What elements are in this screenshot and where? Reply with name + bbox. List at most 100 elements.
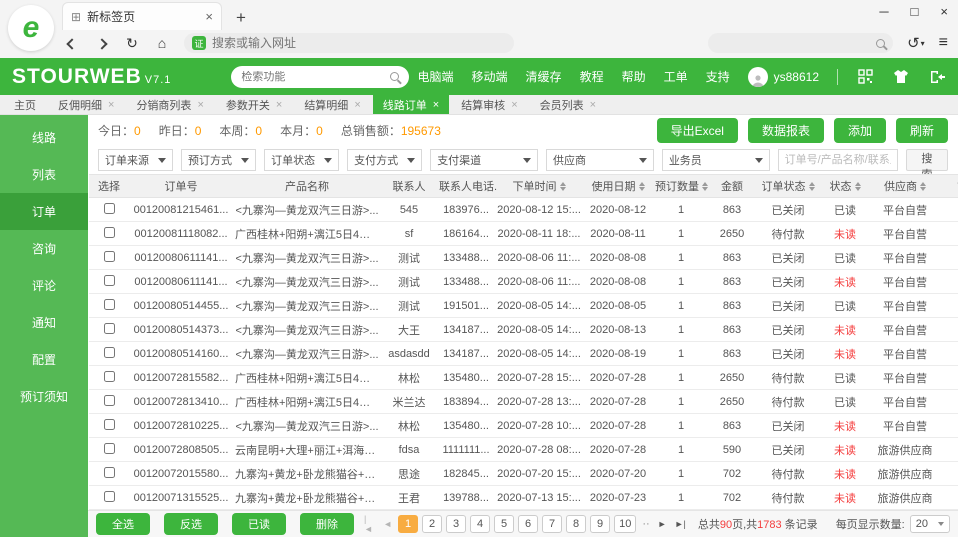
tab-close-icon[interactable]: × bbox=[205, 9, 213, 24]
sort-icon[interactable] bbox=[639, 182, 645, 191]
shirt-icon[interactable] bbox=[892, 68, 910, 86]
browser-search-box[interactable] bbox=[708, 33, 893, 53]
tab-主页[interactable]: 主页 bbox=[4, 95, 46, 114]
back-button[interactable] bbox=[64, 35, 80, 51]
sidebar-item-列表[interactable]: 列表 bbox=[0, 156, 88, 193]
tab-分销商列表[interactable]: 分销商列表× bbox=[126, 95, 213, 114]
first-page-button[interactable]: |◄ bbox=[362, 514, 377, 534]
page-button-6[interactable]: 6 bbox=[518, 515, 538, 533]
header-menu-item[interactable]: 移动端 bbox=[472, 68, 508, 85]
col-header-下单时间[interactable]: 下单时间 bbox=[495, 175, 583, 198]
sidebar-item-订单[interactable]: 订单 bbox=[0, 193, 88, 230]
sidebar-item-预订须知[interactable]: 预订须知 bbox=[0, 378, 88, 415]
col-header-订单状态[interactable]: 订单状态 bbox=[755, 175, 821, 198]
col-header-使用日期[interactable]: 使用日期 bbox=[583, 175, 653, 198]
logout-icon[interactable] bbox=[928, 68, 946, 86]
sidebar-item-咨询[interactable]: 咨询 bbox=[0, 230, 88, 267]
minimize-button[interactable]: ─ bbox=[879, 4, 888, 19]
sidebar-item-评论[interactable]: 评论 bbox=[0, 267, 88, 304]
row-checkbox[interactable] bbox=[104, 275, 115, 286]
row-checkbox[interactable] bbox=[104, 395, 115, 406]
tab-线路订单[interactable]: 线路订单× bbox=[373, 95, 449, 114]
restore-tabs-button[interactable]: ↺▾ bbox=[907, 34, 925, 52]
tab-反佣明细[interactable]: 反佣明细× bbox=[48, 95, 124, 114]
new-tab-button[interactable]: + bbox=[236, 8, 246, 30]
bulk-button-反选[interactable]: 反选 bbox=[164, 513, 218, 535]
row-checkbox[interactable] bbox=[104, 443, 115, 454]
row-checkbox[interactable] bbox=[104, 491, 115, 502]
tab-close-icon[interactable]: × bbox=[433, 99, 439, 111]
row-checkbox[interactable] bbox=[104, 251, 115, 262]
sort-icon[interactable] bbox=[702, 182, 708, 191]
prev-page-button[interactable]: ◄ bbox=[381, 519, 394, 529]
header-menu-item[interactable]: 清缓存 bbox=[526, 68, 562, 85]
order-search-input[interactable] bbox=[778, 149, 898, 171]
row-checkbox[interactable] bbox=[104, 227, 115, 238]
function-search-input[interactable] bbox=[241, 71, 384, 83]
page-button-1[interactable]: 1 bbox=[398, 515, 418, 533]
bulk-button-全选[interactable]: 全选 bbox=[96, 513, 150, 535]
tab-close-icon[interactable]: × bbox=[354, 99, 360, 111]
tab-close-icon[interactable]: × bbox=[276, 99, 282, 111]
row-checkbox[interactable] bbox=[104, 323, 115, 334]
row-checkbox[interactable] bbox=[104, 371, 115, 382]
page-button-4[interactable]: 4 bbox=[470, 515, 490, 533]
col-header-状态[interactable]: 状态 bbox=[821, 175, 869, 198]
filter-select-支付方式[interactable]: 支付方式 bbox=[347, 149, 422, 171]
refresh-button[interactable]: ↻ bbox=[124, 35, 140, 52]
filter-select-业务员[interactable]: 业务员 bbox=[662, 149, 770, 171]
page-button-3[interactable]: 3 bbox=[446, 515, 466, 533]
col-header-预订数量[interactable]: 预订数量 bbox=[653, 175, 709, 198]
last-page-button[interactable]: ►| bbox=[673, 519, 688, 529]
tab-close-icon[interactable]: × bbox=[590, 99, 596, 111]
page-button-9[interactable]: 9 bbox=[590, 515, 610, 533]
function-search-box[interactable] bbox=[231, 66, 409, 88]
row-checkbox[interactable] bbox=[104, 467, 115, 478]
header-menu-item[interactable]: 电脑端 bbox=[418, 68, 454, 85]
toolbar-button-刷新[interactable]: 刷新 bbox=[896, 118, 948, 143]
toolbar-button-导出Excel[interactable]: 导出Excel bbox=[657, 118, 738, 143]
bulk-button-删除[interactable]: 删除 bbox=[300, 513, 354, 535]
forward-button[interactable] bbox=[94, 35, 110, 51]
sort-icon[interactable] bbox=[809, 182, 815, 191]
home-button[interactable]: ⌂ bbox=[154, 35, 170, 51]
page-button-8[interactable]: 8 bbox=[566, 515, 586, 533]
tab-结算审核[interactable]: 结算审核× bbox=[451, 95, 527, 114]
address-input[interactable] bbox=[212, 36, 506, 50]
filter-select-供应商[interactable]: 供应商 bbox=[546, 149, 654, 171]
filter-select-支付渠道[interactable]: 支付渠道 bbox=[430, 149, 538, 171]
user-account[interactable]: ys88612 bbox=[748, 67, 819, 87]
maximize-button[interactable]: □ bbox=[911, 4, 919, 19]
sort-icon[interactable] bbox=[560, 182, 566, 191]
browser-menu-button[interactable]: ≡ bbox=[939, 34, 948, 52]
page-button-2[interactable]: 2 bbox=[422, 515, 442, 533]
filter-select-订单来源[interactable]: 订单来源 bbox=[98, 149, 173, 171]
browser-logo[interactable]: e bbox=[8, 5, 54, 51]
tab-close-icon[interactable]: × bbox=[511, 99, 517, 111]
tab-结算明细[interactable]: 结算明细× bbox=[294, 95, 370, 114]
row-checkbox[interactable] bbox=[104, 203, 115, 214]
tab-参数开关[interactable]: 参数开关× bbox=[216, 95, 292, 114]
next-page-button[interactable]: ► bbox=[656, 519, 669, 529]
row-checkbox[interactable] bbox=[104, 347, 115, 358]
search-button[interactable]: 搜索 bbox=[906, 149, 948, 171]
toolbar-button-数据报表[interactable]: 数据报表 bbox=[748, 118, 824, 143]
page-button-7[interactable]: 7 bbox=[542, 515, 562, 533]
row-checkbox[interactable] bbox=[104, 299, 115, 310]
qr-code-icon[interactable] bbox=[856, 68, 874, 86]
page-button-10[interactable]: 10 bbox=[614, 515, 636, 533]
tab-会员列表[interactable]: 会员列表× bbox=[530, 95, 606, 114]
sidebar-item-配置[interactable]: 配置 bbox=[0, 341, 88, 378]
sort-icon[interactable] bbox=[920, 182, 926, 191]
filter-select-订单状态[interactable]: 订单状态 bbox=[264, 149, 339, 171]
tab-close-icon[interactable]: × bbox=[108, 99, 114, 111]
header-menu-item[interactable]: 教程 bbox=[580, 68, 604, 85]
page-button-5[interactable]: 5 bbox=[494, 515, 514, 533]
page-size-select[interactable]: 20 bbox=[910, 515, 950, 533]
toolbar-button-添加[interactable]: 添加 bbox=[834, 118, 886, 143]
row-checkbox[interactable] bbox=[104, 419, 115, 430]
sidebar-item-线路[interactable]: 线路 bbox=[0, 119, 88, 156]
address-bar[interactable]: 证 bbox=[184, 33, 514, 53]
bulk-button-已读[interactable]: 已读 bbox=[232, 513, 286, 535]
header-menu-item[interactable]: 支持 bbox=[706, 68, 730, 85]
